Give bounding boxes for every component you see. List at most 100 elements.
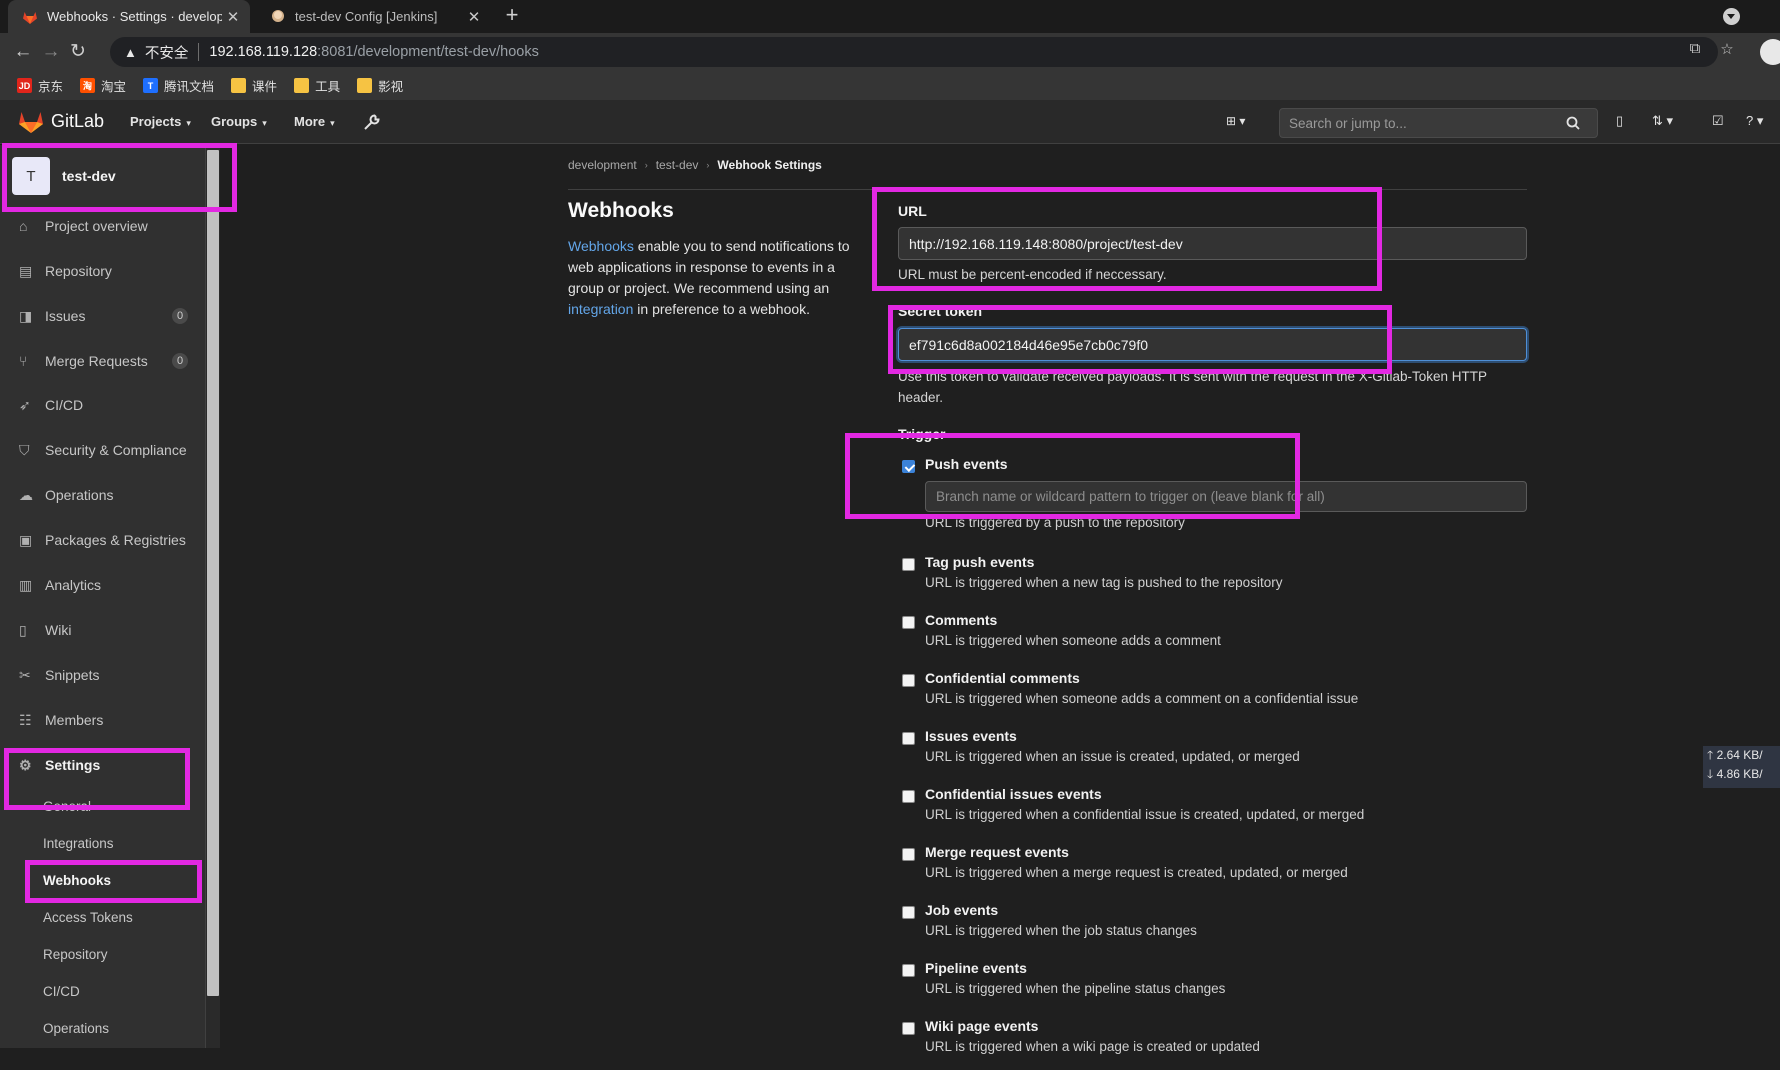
merge-requests-icon[interactable]: ⇅ ▾ [1652, 113, 1673, 131]
issues-icon: ◨ [19, 308, 33, 324]
sidebar-item-label: Merge Requests [45, 353, 148, 369]
trigger-checkbox[interactable] [902, 790, 915, 803]
gitlab-brand[interactable]: GitLab [51, 111, 104, 132]
new-dropdown-icon[interactable]: ⊞ ▾ [1226, 114, 1260, 132]
bookmark-tencent-docs[interactable]: T 腾讯文档 [143, 76, 214, 95]
trigger-description: URL is triggered by a push to the reposi… [925, 515, 1185, 530]
sidebar-item-project-overview[interactable]: ⌂ Project overview [0, 206, 206, 246]
new-tab-icon[interactable]: + [500, 4, 524, 28]
sidebar-item-snippets[interactable]: ✂ Snippets [0, 655, 206, 695]
trigger-label[interactable]: Pipeline events [925, 960, 1027, 976]
tab-title: test-dev Config [Jenkins] [295, 9, 438, 24]
breadcrumb-test-dev[interactable]: test-dev [656, 158, 699, 172]
bookmark-folder-video[interactable]: 影视 [357, 76, 403, 95]
trigger-checkbox[interactable] [902, 460, 915, 473]
sidebar-item-repository[interactable]: ▤ Repository [0, 251, 206, 291]
branch-filter-input[interactable] [925, 481, 1527, 512]
trigger-checkbox[interactable] [902, 1022, 915, 1035]
repository-icon: ▤ [19, 263, 33, 279]
bookmark-folder-courseware[interactable]: 课件 [231, 76, 277, 95]
trigger-label[interactable]: Confidential comments [925, 670, 1080, 686]
sidebar-item-members[interactable]: ☷ Members [0, 700, 206, 740]
nav-projects[interactable]: Projects ▾ [130, 114, 191, 129]
trigger-label[interactable]: Tag push events [925, 554, 1034, 570]
sidebar-subitem-webhooks[interactable]: Webhooks [0, 864, 206, 896]
tab-jenkins[interactable]: test-dev Config [Jenkins] ✕ [256, 0, 491, 33]
arrow-down-icon: 🡓 [1707, 767, 1714, 781]
nav-more[interactable]: More ▾ [294, 114, 335, 129]
address-bar[interactable]: ▲ 不安全 192.168.119.128:8081/development/t… [110, 37, 1718, 67]
secret-token-input[interactable] [898, 328, 1527, 361]
sidebar-subitem-integrations[interactable]: Integrations [0, 827, 206, 859]
profile-avatar[interactable] [1760, 39, 1780, 65]
trigger-checkbox[interactable] [902, 558, 915, 571]
search-input[interactable] [1280, 114, 1560, 132]
gitlab-logo-icon[interactable] [18, 110, 44, 134]
trigger-checkbox[interactable] [902, 674, 915, 687]
breadcrumb: development › test-dev › Webhook Setting… [568, 158, 822, 172]
sidebar-subitem-access-tokens[interactable]: Access Tokens [0, 901, 206, 933]
trigger-label[interactable]: Issues events [925, 728, 1017, 744]
sidebar-item-label: Operations [45, 487, 114, 503]
nav-groups[interactable]: Groups ▾ [211, 114, 267, 129]
bookmark-star-icon[interactable]: ☆ [1718, 40, 1736, 58]
sidebar-item-label: Security & Compliance [45, 442, 187, 458]
project-name: test-dev [62, 168, 116, 184]
issues-todo-icon[interactable]: ▯ [1616, 113, 1623, 131]
sidebar-subitem-ci-cd[interactable]: CI/CD [0, 975, 206, 1007]
bookmark-taobao[interactable]: 淘淘宝 [80, 76, 126, 95]
trigger-wiki-page-events: Wiki page events URL is triggered when a … [898, 1018, 1538, 1070]
sidebar-item-label: Repository [45, 263, 112, 279]
sidebar-item-packages-registries[interactable]: ▣ Packages & Registries [0, 520, 206, 560]
back-icon[interactable]: ← [12, 42, 34, 64]
tab-webhooks[interactable]: Webhooks · Settings · development ✕ [8, 0, 250, 33]
trigger-push-events: Push events URL is triggered by a push to… [898, 456, 1538, 530]
close-tab-icon[interactable]: ✕ [463, 8, 485, 26]
sidebar-subitem-general[interactable]: General [0, 790, 206, 822]
trigger-label[interactable]: Push events [925, 456, 1007, 472]
trigger-checkbox[interactable] [902, 732, 915, 745]
trigger-label[interactable]: Comments [925, 612, 997, 628]
sidebar-item-analytics[interactable]: ▥ Analytics [0, 565, 206, 605]
trigger-label[interactable]: Confidential issues events [925, 786, 1102, 802]
sidebar-scrollbar[interactable] [206, 148, 220, 1048]
bookmark-jd[interactable]: JD 京东 [17, 76, 63, 95]
todos-icon[interactable]: ☑ [1712, 113, 1724, 131]
tab-title: Webhooks · Settings · development [47, 9, 222, 24]
global-search[interactable] [1279, 108, 1598, 138]
forward-icon[interactable]: → [40, 42, 62, 64]
trigger-checkbox[interactable] [902, 964, 915, 977]
sidebar-item-issues[interactable]: ◨ Issues 0 [0, 296, 206, 336]
sidebar-item-settings[interactable]: ⚙ Settings [0, 745, 206, 785]
trigger-pipeline-events: Pipeline events URL is triggered when the… [898, 960, 1538, 1012]
trigger-checkbox[interactable] [902, 616, 915, 629]
trigger-checkbox[interactable] [902, 848, 915, 861]
sidebar-item-ci-cd[interactable]: ➶ CI/CD [0, 385, 206, 425]
admin-wrench-icon[interactable] [363, 113, 381, 131]
trigger-confidential-comments: Confidential comments URL is triggered wh… [898, 670, 1538, 722]
translate-icon[interactable]: ⧉ [1686, 40, 1704, 58]
trigger-label[interactable]: Job events [925, 902, 998, 918]
breadcrumb-current[interactable]: Webhook Settings [717, 158, 821, 172]
bookmark-folder-tools[interactable]: 工具 [294, 76, 340, 95]
sidebar-subitem-repository[interactable]: Repository [0, 938, 206, 970]
trigger-checkbox[interactable] [902, 906, 915, 919]
help-icon[interactable]: ? ▾ [1746, 113, 1763, 131]
breadcrumb-development[interactable]: development [568, 158, 637, 172]
sidebar-subitem-operations[interactable]: Operations [0, 1012, 206, 1044]
trigger-label[interactable]: Wiki page events [925, 1018, 1038, 1034]
reload-icon[interactable]: ↻ [67, 42, 89, 64]
close-tab-icon[interactable]: ✕ [222, 8, 244, 26]
scrollbar-thumb[interactable] [207, 150, 219, 996]
integration-link[interactable]: integration [568, 301, 633, 317]
url-input[interactable] [898, 227, 1527, 260]
sidebar-project-header[interactable]: T test-dev [12, 157, 116, 195]
webhooks-docs-link[interactable]: Webhooks [568, 238, 634, 254]
jenkins-favicon-icon [272, 9, 284, 22]
sidebar-item-security-compliance[interactable]: ⛉ Security & Compliance [0, 430, 206, 470]
sidebar-item-operations[interactable]: ☁ Operations [0, 475, 206, 515]
sidebar-item-merge-requests[interactable]: ⑂ Merge Requests 0 [0, 341, 206, 381]
sidebar-item-wiki[interactable]: ▯ Wiki [0, 610, 206, 650]
trigger-label[interactable]: Merge request events [925, 844, 1069, 860]
tab-search-icon[interactable] [1723, 8, 1740, 25]
